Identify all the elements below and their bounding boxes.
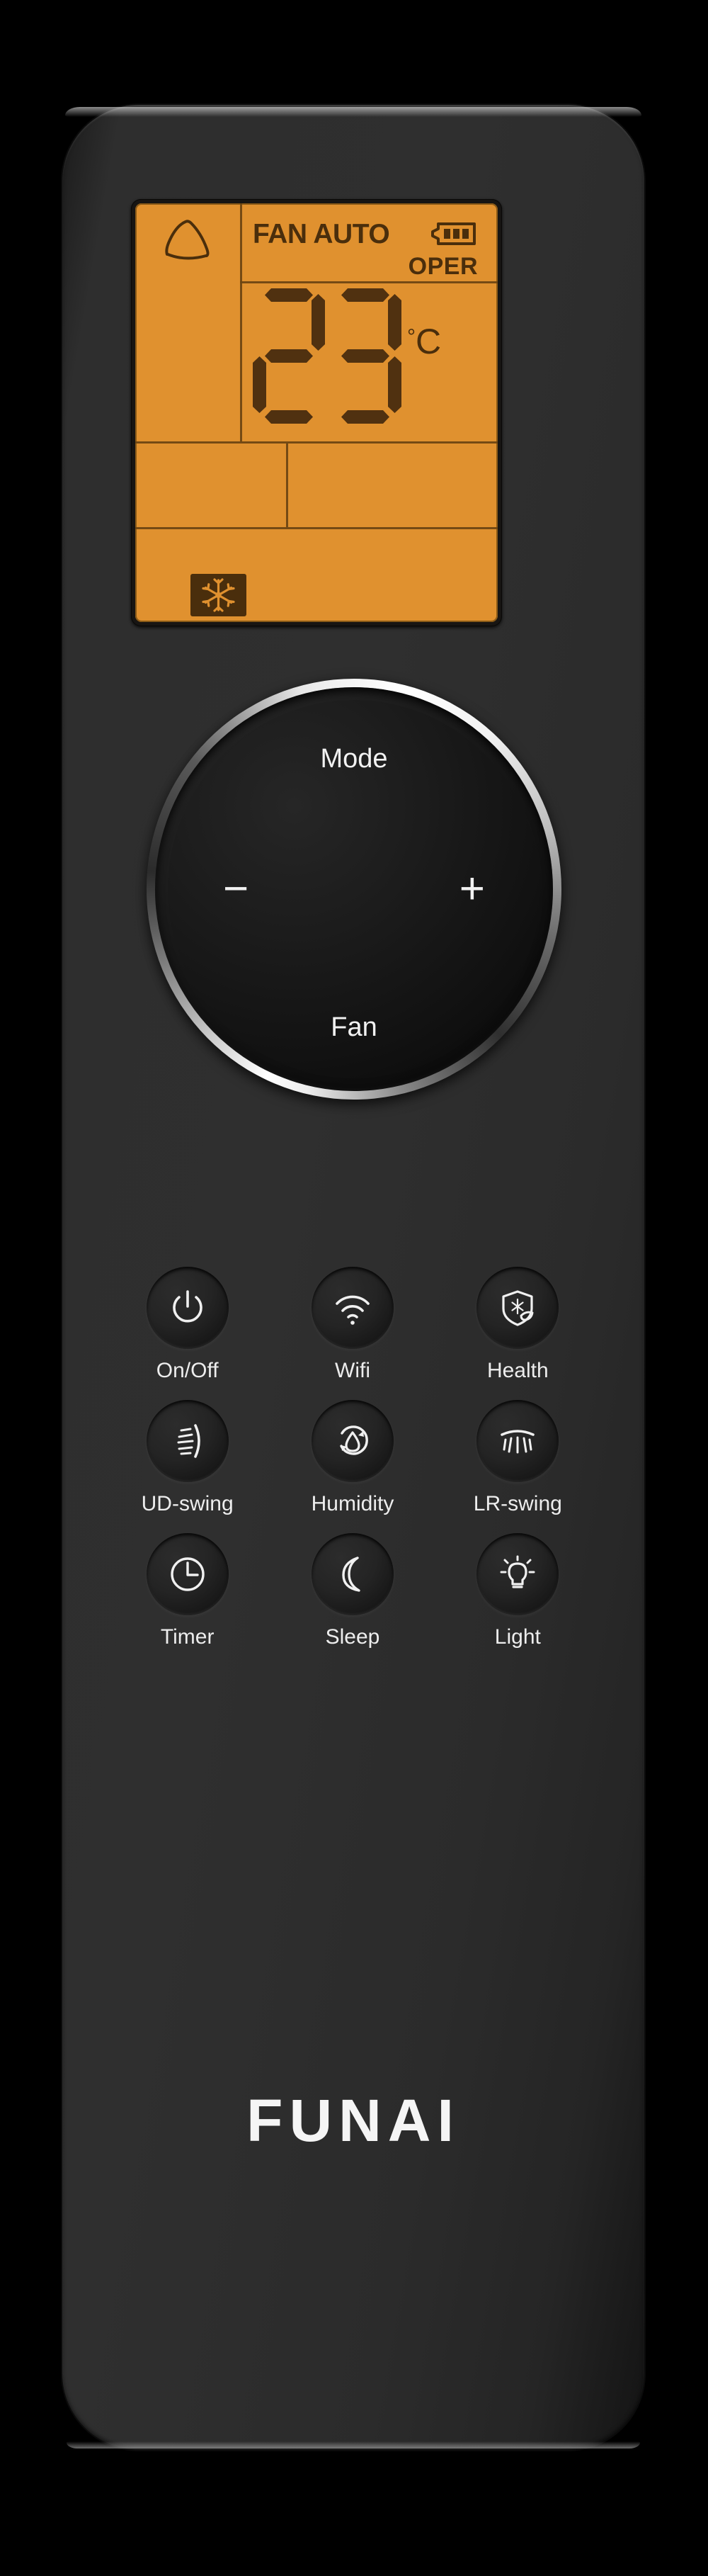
button-humidity-circle[interactable] xyxy=(311,1400,394,1482)
lcd-signal-cell xyxy=(135,203,240,441)
dial-plus-button[interactable]: + xyxy=(459,867,485,911)
button-ud-swing-circle[interactable] xyxy=(146,1400,229,1482)
dial-minus-button[interactable]: − xyxy=(223,867,249,911)
lcd-screen-bezel: FAN AUTO OPER °C xyxy=(131,199,502,626)
moon-icon xyxy=(342,1557,360,1592)
button-timer-label: Timer xyxy=(160,1625,215,1649)
clock-icon xyxy=(170,1557,205,1591)
button-sleep-circle[interactable] xyxy=(311,1533,394,1615)
button-on-off[interactable]: On/Off xyxy=(105,1267,270,1383)
button-lr-swing-label: LR-swing xyxy=(473,1492,562,1515)
button-wifi-label: Wifi xyxy=(335,1359,370,1382)
button-timer[interactable]: Timer xyxy=(105,1533,270,1649)
control-dial[interactable]: Mode − + Fan xyxy=(147,679,561,1100)
button-timer-circle[interactable] xyxy=(146,1533,229,1615)
remote-control-body: FAN AUTO OPER °C Mode − + Fan On/Off Wif… xyxy=(62,105,644,2450)
battery-full-icon xyxy=(431,222,476,245)
button-light[interactable]: Light xyxy=(435,1533,600,1649)
button-lr-swing[interactable]: LR-swing xyxy=(435,1400,600,1516)
button-wifi[interactable]: Wifi xyxy=(270,1267,435,1383)
button-ud-swing[interactable]: UD-swing xyxy=(105,1400,270,1516)
button-health-circle[interactable] xyxy=(476,1267,559,1349)
lcd-fan-mode-label: FAN AUTO xyxy=(253,219,390,249)
wifi-icon xyxy=(336,1295,370,1325)
button-humidity[interactable]: Humidity xyxy=(270,1400,435,1516)
button-on-off-label: On/Off xyxy=(156,1359,219,1382)
lcd-oper-indicator: OPER xyxy=(408,253,478,280)
lcd-temperature-value xyxy=(253,288,406,424)
lcd-temperature-unit: °C xyxy=(407,321,441,362)
signal-triangle-icon xyxy=(165,220,210,260)
button-wifi-circle[interactable] xyxy=(311,1267,394,1349)
button-health[interactable]: Health xyxy=(435,1267,600,1383)
lcd-panel-timer-right xyxy=(286,441,498,527)
power-icon xyxy=(172,1290,202,1323)
button-humidity-label: Humidity xyxy=(311,1492,394,1515)
button-health-label: Health xyxy=(486,1359,549,1382)
button-on-off-circle[interactable] xyxy=(146,1267,229,1349)
lcd-panel-mode-row xyxy=(135,527,498,622)
up-down-swing-icon xyxy=(177,1424,200,1458)
function-button-grid: On/Off Wifi Health UD-swing Humidity LR-… xyxy=(105,1267,600,1649)
snowflake-cool-icon xyxy=(190,574,246,616)
button-light-circle[interactable] xyxy=(476,1533,559,1615)
lcd-screen: FAN AUTO OPER °C xyxy=(135,203,498,622)
water-drop-cycle-icon xyxy=(340,1425,368,1455)
screenshot-canvas: FAN AUTO OPER °C Mode − + Fan On/Off Wif… xyxy=(0,0,708,2576)
button-light-label: Light xyxy=(494,1625,541,1649)
button-sleep[interactable]: Sleep xyxy=(270,1533,435,1649)
lightbulb-icon xyxy=(500,1555,535,1588)
lcd-panel-timer-left xyxy=(135,441,286,527)
celsius-letter: C xyxy=(416,322,442,361)
shield-leaf-icon xyxy=(502,1290,534,1326)
dial-fan-button[interactable]: Fan xyxy=(168,1012,540,1043)
left-right-swing-icon xyxy=(501,1430,535,1454)
dial-face[interactable]: Mode − + Fan xyxy=(168,700,540,1078)
dial-mode-button[interactable]: Mode xyxy=(168,744,540,774)
seven-segment-digit xyxy=(329,288,401,424)
seven-segment-digit xyxy=(253,288,325,424)
lcd-temperature-cell: °C xyxy=(240,283,498,441)
button-sleep-label: Sleep xyxy=(325,1625,380,1649)
button-ud-swing-label: UD-swing xyxy=(141,1492,234,1515)
button-lr-swing-circle[interactable] xyxy=(476,1400,559,1482)
degree-symbol: ° xyxy=(407,325,416,349)
brand-logo: FUNAI xyxy=(246,2087,460,2154)
